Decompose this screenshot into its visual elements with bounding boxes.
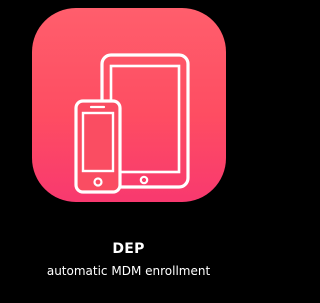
devices-icon <box>74 53 190 194</box>
dep-app-icon[interactable] <box>32 8 226 202</box>
app-title: DEP <box>112 241 145 257</box>
app-subtitle: automatic MDM enrollment <box>46 264 211 278</box>
phone-icon <box>74 99 122 194</box>
app-tile[interactable]: DEP automatic MDM enrollment <box>0 0 257 303</box>
